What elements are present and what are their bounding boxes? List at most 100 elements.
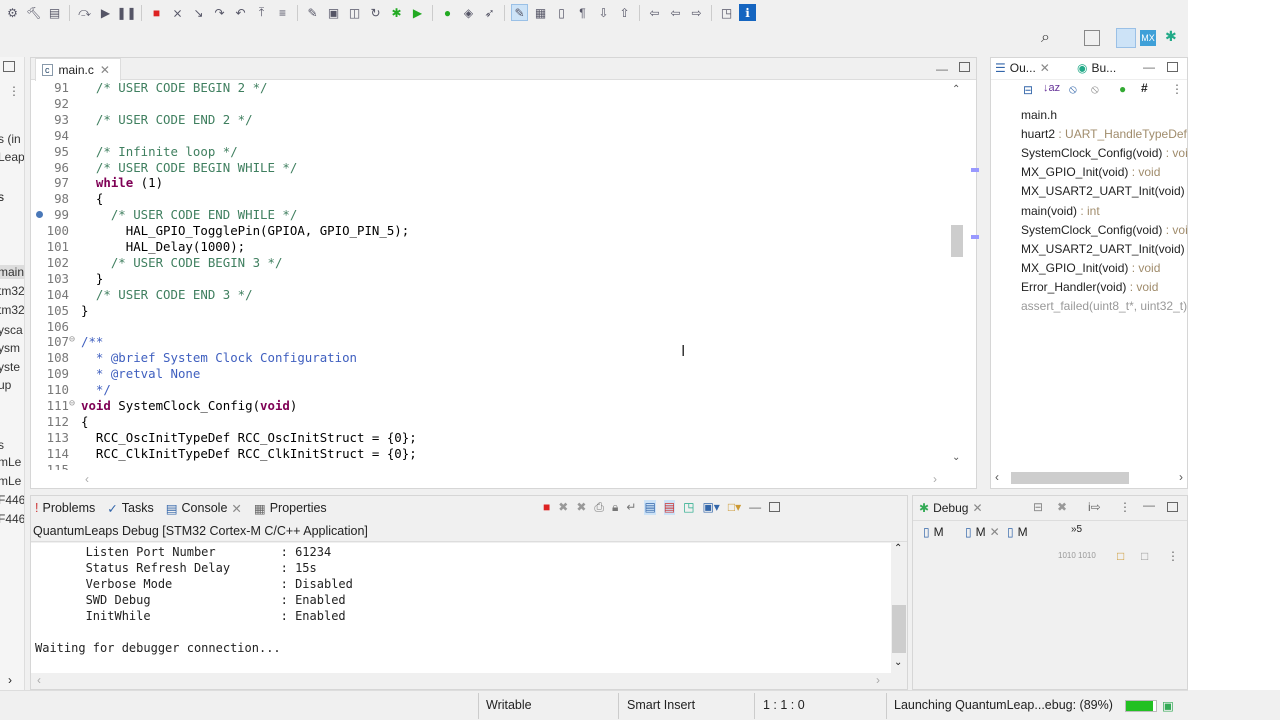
tab-memory[interactable]: ▯ M <box>1007 525 1028 539</box>
close-icon[interactable]: ✕ <box>972 501 982 515</box>
scroll-thumb[interactable] <box>951 225 963 257</box>
project-tree-item[interactable]: tm32 <box>0 284 24 298</box>
outline-item[interactable]: ●SMX_GPIO_Init(void) : void <box>1021 261 1187 275</box>
hide-macros-icon[interactable]: # <box>1141 81 1148 95</box>
pin-console-icon[interactable]: ◳ <box>683 500 694 515</box>
overview-marker[interactable] <box>971 168 979 172</box>
info-icon[interactable]: ℹ <box>739 4 756 21</box>
project-tree-item[interactable]: Leap <box>0 150 24 164</box>
scroll-left-icon[interactable]: ‹ <box>995 470 999 484</box>
back-icon[interactable]: ⇦ <box>667 4 684 21</box>
progress-view-icon[interactable]: ▣ <box>1162 698 1174 713</box>
outline-item[interactable]: ⊹SMX_GPIO_Init(void) : void <box>1021 165 1187 179</box>
terminate-icon[interactable]: ■ <box>543 500 550 515</box>
project-tree-item[interactable]: F446 <box>0 512 24 526</box>
new-icon[interactable]: ✎ <box>304 4 321 21</box>
forward-icon[interactable]: ⇨ <box>688 4 705 21</box>
fold-toggle-icon[interactable]: ⊖ <box>69 398 75 409</box>
tab-memory[interactable]: ▯ M ✕ <box>965 525 1000 539</box>
maximize-icon[interactable] <box>959 62 970 72</box>
word-wrap-icon[interactable]: ↵ <box>626 500 636 515</box>
view-menu-icon[interactable]: ⋮ <box>1171 82 1183 96</box>
scroll-thumb[interactable] <box>892 605 906 653</box>
next-annotation-icon[interactable]: ⇩ <box>595 4 612 21</box>
step-return-icon[interactable]: ↶ <box>232 4 249 21</box>
insert-mode-status[interactable]: Smart Insert <box>627 698 695 712</box>
project-tree-item[interactable]: up <box>0 378 11 392</box>
editor-horizontal-scrollbar[interactable]: ‹ › <box>81 472 941 486</box>
scroll-down-icon[interactable]: ⌄ <box>952 452 960 463</box>
maximize-icon[interactable] <box>769 502 781 512</box>
open-icon[interactable]: ▣ <box>325 4 342 21</box>
view-menu-icon[interactable]: ⋮ <box>8 84 20 98</box>
tab-problems[interactable]: ! Problems <box>35 501 95 515</box>
progress-text[interactable]: Launching QuantumLeap...ebug: (89%) <box>894 698 1113 712</box>
tab-outline[interactable]: ☰ Ou... ✕ <box>995 61 1050 75</box>
clear-console-icon[interactable]: ⎙ <box>594 500 604 515</box>
display-console-icon[interactable]: ▣▾ <box>702 500 719 515</box>
project-tree-item[interactable]: ysca <box>0 323 23 337</box>
outline-item[interactable]: ⟋assert_failed(uint8_t*, uint32_t) : voi… <box>1021 299 1187 313</box>
outline-item[interactable]: ●huart2 : UART_HandleTypeDef <box>1021 127 1187 141</box>
code-editor[interactable]: c main.c ✕ — 91 /* USER CODE BEGIN 2 */9… <box>30 57 979 489</box>
restore-icon[interactable] <box>3 61 15 72</box>
new-class-icon[interactable]: ◫ <box>346 4 363 21</box>
minimize-icon[interactable]: — <box>749 500 761 515</box>
fold-toggle-icon[interactable]: ⊖ <box>69 334 75 345</box>
scroll-right-icon[interactable]: › <box>1179 470 1183 484</box>
terminate-icon[interactable]: ■ <box>148 4 165 21</box>
c-cpp-perspective-icon[interactable] <box>1116 28 1136 48</box>
refresh-icon[interactable]: ↻ <box>367 4 384 21</box>
scroll-down-icon[interactable]: ⌄ <box>894 657 902 668</box>
tab-tasks[interactable]: ✓ Tasks <box>107 501 153 516</box>
progress-bar[interactable] <box>1125 700 1157 712</box>
mx-perspective-icon[interactable]: MX <box>1140 30 1156 46</box>
project-tree-item[interactable]: yste <box>0 360 20 374</box>
build-icon[interactable]: 🔨︎ <box>25 4 42 21</box>
save-icon[interactable]: ▤ <box>46 4 63 21</box>
outline-item[interactable]: ⊹SMX_USART2_UART_Init(void) : void <box>1021 184 1187 198</box>
external-tools-icon[interactable]: ● <box>439 4 456 21</box>
memory-format-icon[interactable]: 1010 1010 <box>1058 551 1096 560</box>
close-icon[interactable]: ✕ <box>1040 61 1050 75</box>
outline-item[interactable]: ●main(void) : int <box>1021 204 1187 218</box>
overview-marker[interactable] <box>971 235 979 239</box>
tab-memory[interactable]: ▯ M <box>923 525 944 539</box>
search-icon[interactable]: ➶ <box>481 4 498 21</box>
view-menu-icon[interactable]: ⋮ <box>1167 549 1179 563</box>
tab-console[interactable]: ▤ Console ✕ <box>166 501 242 516</box>
disconnect-icon[interactable]: ⨯ <box>169 4 186 21</box>
outline-item[interactable]: ▙main.h <box>1021 108 1187 122</box>
more-tabs-button[interactable]: »5 <box>1071 524 1082 535</box>
remove-launch-icon[interactable]: ✖ <box>558 500 568 515</box>
outline-item[interactable]: ●SystemClock_Config(void) : void <box>1021 223 1187 237</box>
console-output[interactable]: Listen Port Number : 61234 Status Refres… <box>31 543 891 673</box>
hide-static-icon[interactable]: ⦸ <box>1091 82 1099 97</box>
close-icon[interactable]: ✕ <box>990 525 1000 539</box>
block-select-icon[interactable]: ▯ <box>553 4 570 21</box>
tab-debug[interactable]: ✱ Debug ✕ <box>919 501 983 515</box>
debug-perspective-icon[interactable]: ✱ <box>1165 28 1177 45</box>
whitespace-icon[interactable]: ¶ <box>574 4 591 21</box>
debug-icon[interactable]: ✱ <box>388 4 405 21</box>
new-rendering-icon[interactable]: □ <box>1117 549 1124 563</box>
sort-icon[interactable]: ↓az <box>1043 82 1060 94</box>
outline-item[interactable]: ●Error_Handler(void) : void <box>1021 280 1187 294</box>
tab-main-c[interactable]: c main.c ✕ <box>35 58 121 81</box>
perspective-icon[interactable]: ◳ <box>718 4 735 21</box>
minimize-icon[interactable]: — <box>1143 498 1155 512</box>
maximize-icon[interactable] <box>1167 62 1178 72</box>
editor-vertical-scrollbar[interactable]: ⌃ ⌄ <box>950 80 964 470</box>
project-tree-item[interactable]: F446 <box>0 493 24 507</box>
close-icon[interactable]: ✕ <box>231 501 241 516</box>
hide-fields-icon[interactable]: ⦸ <box>1069 82 1077 97</box>
project-tree-item[interactable]: s <box>0 190 4 204</box>
open-type-icon[interactable]: ◈ <box>460 4 477 21</box>
last-edit-icon[interactable]: ⇦ <box>646 4 663 21</box>
project-tree-item[interactable]: mLe <box>0 474 21 488</box>
collapse-all-icon[interactable]: ⊟ <box>1033 500 1043 514</box>
scroll-lock-icon[interactable]: 🔒︎ <box>612 500 618 515</box>
scroll-left-icon[interactable]: ‹ <box>85 472 89 486</box>
scroll-up-icon[interactable]: ⌃ <box>894 543 902 554</box>
scroll-up-icon[interactable]: ⌃ <box>952 84 960 95</box>
